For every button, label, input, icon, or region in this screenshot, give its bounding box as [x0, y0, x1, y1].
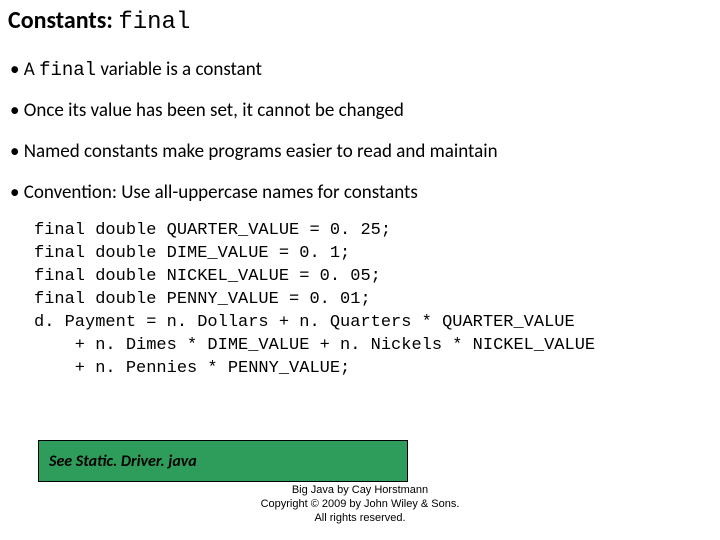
inline-keyword: final — [39, 59, 96, 81]
slide-title: Constants: final — [8, 6, 712, 36]
footer-line: All rights reserved. — [0, 512, 720, 526]
bullet-item: • Once its value has been set, it cannot… — [10, 99, 712, 122]
footer-line: Copyright © 2009 by John Wiley & Sons. — [0, 498, 720, 512]
bullet-item: • A final variable is a constant — [10, 58, 712, 81]
title-prefix: Constants: — [8, 6, 118, 35]
footer-line: Big Java by Cay Horstmann — [0, 484, 720, 498]
title-keyword: final — [118, 9, 190, 36]
bullet-text: variable is a constant — [96, 58, 262, 81]
reference-box: See Static. Driver. java — [38, 440, 408, 482]
reference-text: See Static. Driver. java — [49, 452, 197, 471]
bullet-item: • Named constants make programs easier t… — [10, 140, 712, 163]
slide-footer: Big Java by Cay Horstmann Copyright © 20… — [0, 484, 720, 525]
bullet-item: • Convention: Use all-uppercase names fo… — [10, 181, 712, 204]
slide-content: Constants: final • A final variable is a… — [0, 0, 720, 381]
bullet-text: • A — [10, 58, 39, 81]
code-block: final double QUARTER_VALUE = 0. 25; fina… — [34, 220, 712, 381]
bullet-list: • A final variable is a constant • Once … — [10, 58, 712, 204]
